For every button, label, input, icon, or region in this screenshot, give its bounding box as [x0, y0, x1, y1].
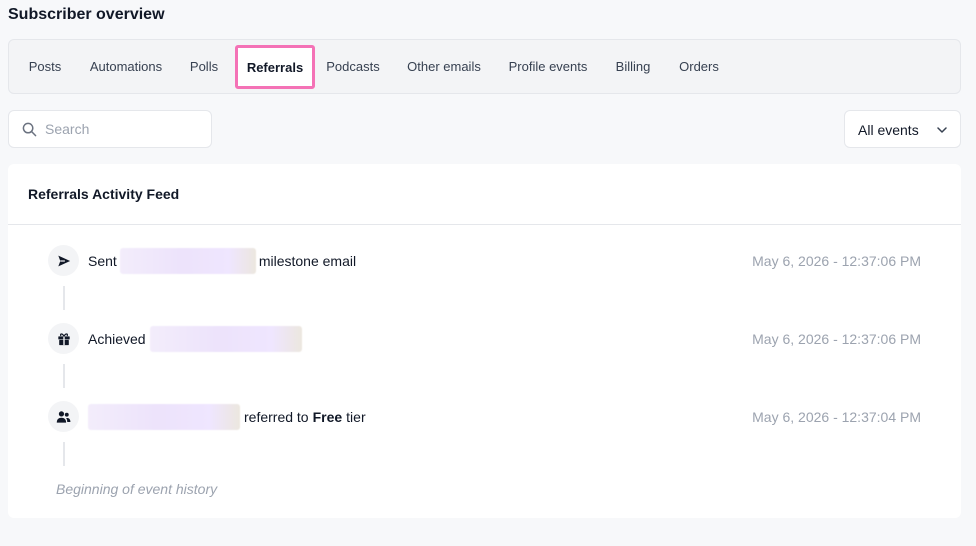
tab-bar: Posts Automations Polls Referrals Podcas… [8, 39, 961, 94]
tier-suffix: tier [346, 409, 366, 425]
redacted-text [88, 404, 240, 430]
event-timestamp: May 6, 2026 - 12:37:04 PM [752, 409, 921, 425]
gift-icon [48, 323, 79, 354]
tab-posts[interactable]: Posts [17, 40, 73, 93]
tier-name: Free [312, 409, 343, 425]
search-box [8, 110, 212, 148]
tab-other-emails[interactable]: Other emails [399, 40, 489, 93]
timeline-connector [63, 364, 65, 388]
timeline-connector [63, 286, 65, 310]
event-prefix: Sent [88, 253, 117, 269]
event-suffix: referred to [244, 409, 309, 425]
event-row-sent: Sent milestone email [88, 248, 356, 274]
search-input[interactable] [45, 119, 205, 139]
search-icon [22, 122, 37, 137]
timeline-connector [63, 442, 65, 466]
tab-profile-events[interactable]: Profile events [501, 40, 595, 93]
tab-referrals[interactable]: Referrals [235, 45, 315, 89]
tab-billing[interactable]: Billing [607, 40, 659, 93]
redacted-text [149, 326, 302, 352]
redacted-text [119, 248, 256, 274]
event-prefix: Achieved [88, 331, 146, 347]
event-suffix: milestone email [258, 253, 357, 269]
activity-feed-card: Referrals Activity Feed Sent milestone e… [8, 164, 961, 518]
history-end-label: Beginning of event history [56, 481, 218, 497]
event-row-referred: referred to Free tier [88, 404, 366, 430]
send-icon [48, 245, 79, 276]
users-icon [48, 401, 79, 432]
event-filter-select[interactable]: All events [844, 110, 961, 148]
tab-polls[interactable]: Polls [181, 40, 227, 93]
page-title: Subscriber overview [8, 6, 165, 23]
feed-title: Referrals Activity Feed [28, 186, 180, 202]
tab-automations[interactable]: Automations [81, 40, 171, 93]
event-timestamp: May 6, 2026 - 12:37:06 PM [752, 331, 921, 347]
chevron-down-icon [937, 127, 947, 133]
event-row-achieved: Achieved [88, 326, 302, 352]
tab-podcasts[interactable]: Podcasts [319, 40, 387, 93]
event-filter-value: All events [858, 122, 919, 138]
event-timestamp: May 6, 2026 - 12:37:06 PM [752, 253, 921, 269]
tab-orders[interactable]: Orders [671, 40, 727, 93]
divider [8, 224, 961, 225]
